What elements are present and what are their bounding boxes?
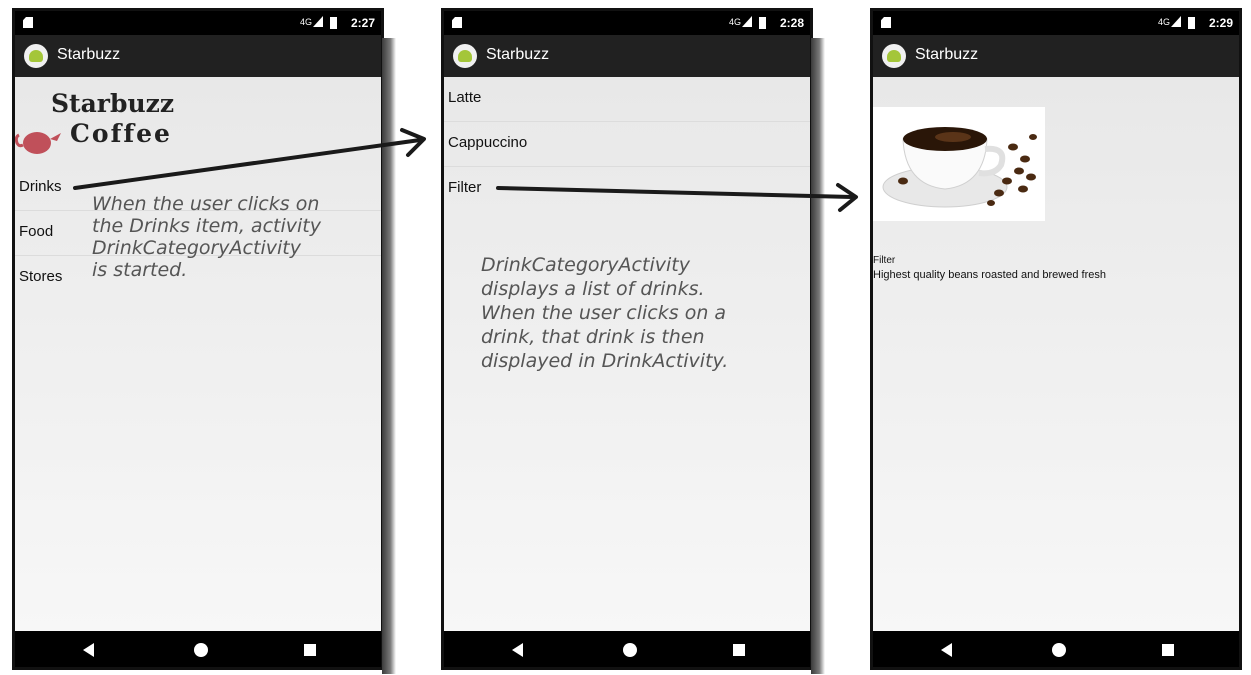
arrows-overlay [73, 128, 858, 212]
arrow-filter-to-detail [496, 186, 854, 199]
arrow-drinks-to-category [73, 138, 422, 190]
